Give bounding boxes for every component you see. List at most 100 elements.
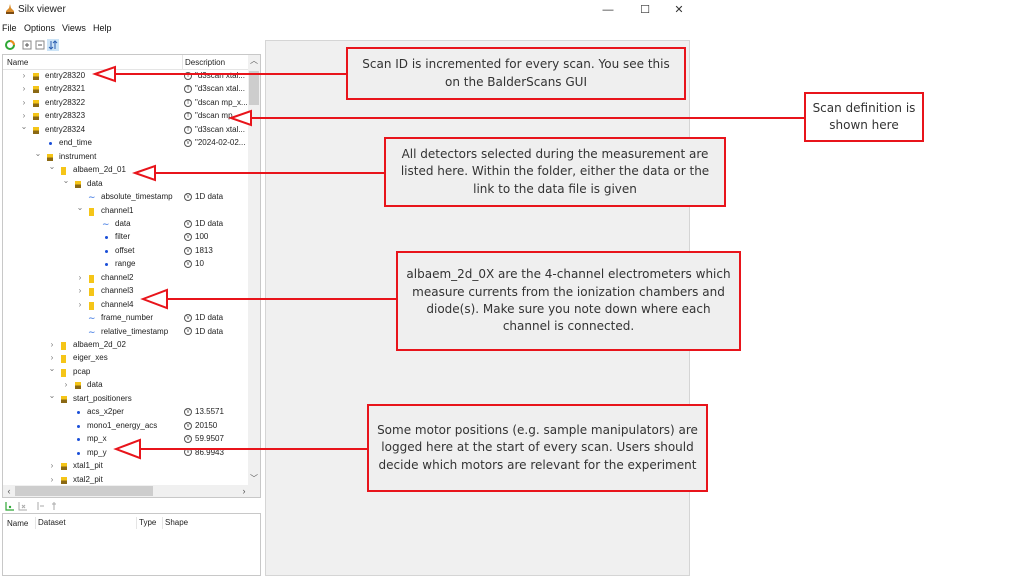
column-description[interactable]: Description (182, 55, 225, 69)
tree-row[interactable]: › data (3, 379, 249, 392)
chevron-right-icon[interactable]: › (48, 461, 56, 470)
vertical-scroll-thumb[interactable] (249, 71, 259, 105)
scroll-up-icon[interactable]: ︿ (248, 55, 260, 67)
tree-row[interactable]: › channel2 (3, 272, 249, 285)
tree-row[interactable]: ∼ relative_timestamp V 1D data (3, 326, 249, 339)
tree-row[interactable]: ⌄ pcap (3, 364, 249, 379)
close-button[interactable]: ✕ (667, 2, 691, 18)
dataset-list[interactable]: Name Dataset Type Shape (2, 513, 261, 576)
tree-row[interactable]: › entry28323 T "dscan mp_... (3, 110, 249, 123)
tree-item-description-text: "dscan mp_x... (195, 97, 248, 107)
dataset-column-shape[interactable]: Shape (162, 517, 188, 529)
dataset-column-name[interactable]: Name (7, 519, 28, 528)
tree-row[interactable]: › eiger_xes (3, 352, 249, 365)
chevron-right-icon[interactable]: › (20, 71, 28, 80)
minimize-button[interactable]: — (596, 2, 620, 18)
tree-item-name: end_time (59, 138, 92, 148)
annotation-electrometers: albaem_2d_0X are the 4-channel electrome… (396, 251, 741, 351)
tree-row[interactable]: ⌄ entry28324 T "d3scan xtal... (3, 122, 249, 137)
chevron-down-icon[interactable]: ⌄ (34, 149, 42, 158)
tree-row[interactable]: › channel3 (3, 285, 249, 298)
chevron-down-icon[interactable]: ⌄ (48, 364, 56, 373)
x-axis-icon[interactable] (36, 501, 46, 511)
tree-row[interactable]: ∼ absolute_timestamp V 1D data (3, 191, 249, 204)
tree-row[interactable]: › channel4 (3, 299, 249, 312)
chevron-right-icon[interactable]: › (48, 340, 56, 349)
collapse-all-icon[interactable] (34, 39, 46, 51)
chevron-down-icon[interactable]: ⌄ (48, 162, 56, 171)
tree-row[interactable]: acs_x2per V 13.5571 (3, 406, 249, 419)
chevron-down-icon[interactable]: ⌄ (62, 176, 70, 185)
chevron-right-icon[interactable]: › (76, 273, 84, 282)
tree-item-description-text: 1D data (195, 326, 224, 336)
maximize-button[interactable]: ☐ (633, 2, 657, 18)
menu-help[interactable]: Help (93, 23, 112, 33)
chevron-right-icon[interactable]: › (20, 84, 28, 93)
tree-row[interactable]: filter V 100 (3, 231, 249, 244)
tree-row[interactable]: offset V 1813 (3, 245, 249, 258)
chevron-right-icon[interactable]: › (48, 353, 56, 362)
value-type-icon: V (184, 435, 192, 444)
remove-dataset-icon[interactable] (18, 501, 28, 511)
tree-item-description: V 59.9507 (184, 434, 224, 443)
chevron-right-icon[interactable]: › (76, 286, 84, 295)
tree-row[interactable]: mono1_energy_acs V 20150 (3, 420, 249, 433)
tree-row[interactable]: ⌄ data (3, 176, 249, 191)
annotation-motors-text: Some motor positions (e.g. sample manipu… (377, 422, 698, 472)
tree-row[interactable]: ∼ data V 1D data (3, 218, 249, 231)
chevron-right-icon[interactable]: › (20, 111, 28, 120)
scroll-left-icon[interactable]: ‹ (3, 485, 15, 497)
scroll-down-icon[interactable]: ﹀ (248, 473, 260, 485)
scroll-right-icon[interactable]: › (238, 485, 250, 497)
tree-item-name: albaem_2d_01 (73, 165, 126, 175)
chevron-right-icon[interactable]: › (48, 475, 56, 484)
folder-icon (89, 288, 94, 297)
menu-views[interactable]: Views (62, 23, 86, 33)
annotation-arrow-line-motors (135, 448, 367, 450)
tree-item-name: mono1_energy_acs (87, 420, 158, 430)
hdf5-tree-view[interactable]: Name Description › entry28320 T "d3scan xta… (2, 54, 261, 498)
tree-row[interactable]: › entry28320 T "d3scan xtal... (3, 70, 249, 83)
dataset-column-type[interactable]: Type (136, 517, 156, 529)
tree-header: Name Description (3, 55, 250, 70)
scalar-dataset-icon (77, 438, 80, 442)
chevron-right-icon[interactable]: › (76, 300, 84, 309)
sort-icon[interactable] (47, 39, 59, 51)
chevron-right-icon[interactable]: › (20, 98, 28, 107)
silx-app-icon (6, 4, 14, 14)
dataset-column-dataset[interactable]: Dataset (35, 517, 66, 529)
tree-row[interactable]: ⌄ albaem_2d_01 (3, 162, 249, 177)
expand-all-icon[interactable] (21, 39, 33, 51)
scalar-dataset-icon (49, 142, 52, 146)
tree-row[interactable]: ⌄ channel1 (3, 203, 249, 218)
chevron-right-icon[interactable]: › (62, 380, 70, 389)
horizontal-scrollbar[interactable]: ‹ › (3, 485, 260, 497)
value-type-icon: V (184, 233, 192, 242)
menu-file[interactable]: File (2, 23, 17, 33)
annotation-arrowhead-electrometers (140, 288, 168, 310)
chevron-down-icon[interactable]: ⌄ (76, 203, 84, 212)
column-name[interactable]: Name (7, 58, 28, 67)
chevron-down-icon[interactable]: ⌄ (20, 122, 28, 131)
tree-row[interactable]: › xtal1_pit (3, 460, 249, 473)
add-dataset-icon[interactable] (5, 501, 15, 511)
tree-row[interactable]: › entry28321 T "d3scan xtal... (3, 83, 249, 96)
tree-row[interactable]: › entry28322 T "dscan mp_x... (3, 97, 249, 110)
tree-item-name: offset (115, 245, 135, 255)
array-dataset-icon: ∼ (88, 326, 96, 337)
y-axis-icon[interactable] (49, 501, 59, 511)
tree-item-name: instrument (59, 151, 97, 161)
tree-item-name: channel1 (101, 205, 134, 215)
tree-row[interactable]: ∼ frame_number V 1D data (3, 312, 249, 325)
tree-row[interactable]: range V 10 (3, 258, 249, 271)
tree-item-description: V 1D data (184, 219, 223, 228)
value-type-icon: V (184, 313, 192, 322)
menu-options[interactable]: Options (24, 23, 55, 33)
tree-row[interactable]: ⌄ instrument (3, 149, 249, 164)
tree-row[interactable]: ⌄ start_positioners (3, 391, 249, 406)
refresh-icon[interactable] (4, 39, 16, 51)
chevron-down-icon[interactable]: ⌄ (48, 391, 56, 400)
horizontal-scroll-thumb[interactable] (15, 486, 153, 496)
tree-row[interactable]: › albaem_2d_02 (3, 339, 249, 352)
value-type-icon: V (184, 219, 192, 228)
